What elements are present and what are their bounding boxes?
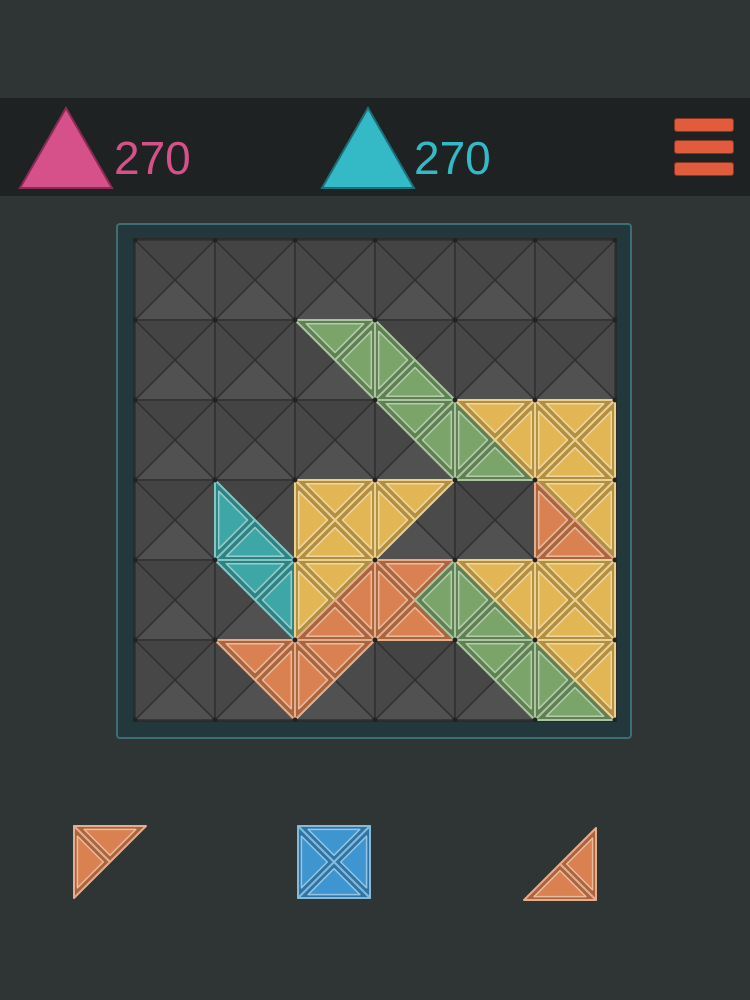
pink-triangle-icon: [18, 105, 114, 195]
grid-vertex: [372, 317, 378, 323]
grid-vertex: [372, 397, 378, 403]
grid-vertex: [292, 397, 298, 403]
grid-vertex: [532, 637, 538, 643]
player1-score: 270: [114, 132, 191, 184]
grid-vertex: [532, 557, 538, 563]
grid-vertex: [212, 397, 218, 403]
grid-vertex: [452, 477, 458, 483]
grid-vertex: [372, 637, 378, 643]
grid-vertex: [532, 477, 538, 483]
grid-vertex: [292, 637, 298, 643]
grid-vertex: [292, 317, 298, 323]
menu-bar-line: [674, 162, 734, 176]
grid-vertex: [372, 477, 378, 483]
grid-vertex: [532, 397, 538, 403]
grid-vertex: [452, 637, 458, 643]
game-board[interactable]: [133, 238, 617, 722]
grid-vertex: [292, 557, 298, 563]
player2-score: 270: [414, 132, 491, 184]
grid-vertex: [292, 477, 298, 483]
tray-piece-blue-square[interactable]: [296, 824, 372, 905]
grid-vertex: [212, 317, 218, 323]
grid-vertex: [212, 637, 218, 643]
grid-vertex: [532, 317, 538, 323]
tray-piece-orange-corner[interactable]: [72, 824, 148, 905]
grid-vertex: [452, 317, 458, 323]
grid-vertex: [452, 557, 458, 563]
grid-vertex: [212, 557, 218, 563]
grid-vertex: [212, 477, 218, 483]
grid-vertex: [372, 557, 378, 563]
score-bar: 270 270: [0, 98, 750, 196]
teal-triangle-icon: [320, 105, 416, 195]
tray-piece-orange-corner-br[interactable]: [522, 826, 598, 907]
hamburger-menu-icon[interactable]: [672, 116, 738, 178]
grid-vertex: [452, 397, 458, 403]
menu-bar-line: [674, 118, 734, 132]
menu-bar-line: [674, 140, 734, 154]
